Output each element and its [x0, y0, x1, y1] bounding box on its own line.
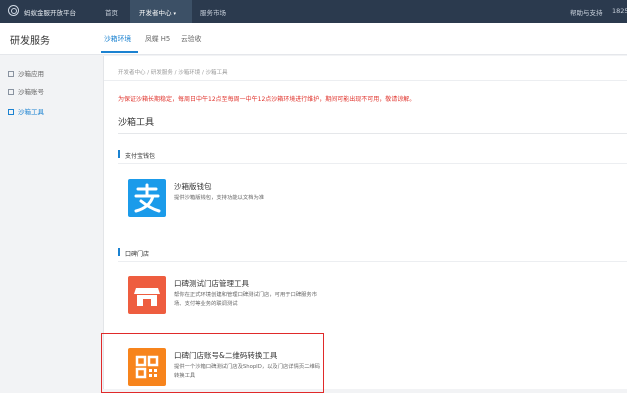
- sidebar-item-sandbox-account[interactable]: 沙箱账号: [8, 86, 44, 96]
- section-heading: 沙箱工具: [118, 118, 155, 128]
- alipay-icon: [128, 179, 166, 217]
- nav-developer-center[interactable]: 开发者中心 ▾: [130, 0, 192, 23]
- help-link[interactable]: 帮助与支持: [570, 7, 603, 17]
- card-title: 口碑测试门店管理工具: [174, 279, 249, 288]
- tool-card-sandbox-wallet[interactable]: 沙箱版钱包 提供沙箱版钱包，支持功能以文档为准: [124, 175, 404, 221]
- tools-icon: [8, 109, 14, 115]
- app-icon: [8, 71, 14, 77]
- divider: [118, 133, 627, 134]
- breadcrumb[interactable]: 开发者中心 / 研发服务 / 沙箱环境 / 沙箱工具: [118, 68, 228, 76]
- sidebar-item-sandbox-tools[interactable]: 沙箱工具: [8, 106, 44, 116]
- sidebar-item-label: 沙箱应用: [18, 70, 44, 78]
- active-tab-indicator: [101, 51, 138, 53]
- section-alipay-wallet: 支付宝钱包: [118, 148, 627, 164]
- nav-home[interactable]: 首页: [105, 7, 118, 17]
- section-marker: [118, 150, 120, 158]
- divider: [118, 261, 627, 262]
- card-description: 提供沙箱版钱包，支持功能以文档为准: [174, 195, 265, 201]
- nav-developer-center-label: 开发者中心: [139, 9, 172, 17]
- brand-name[interactable]: 蚂蚁金服开放平台: [24, 7, 76, 17]
- maintenance-notice: 为保证沙箱长期稳定，每周日中午12点至每周一中午12点沙箱环境进行维护，期间可能…: [118, 96, 416, 103]
- tab-cloud-acceptance[interactable]: 云验收: [181, 33, 201, 43]
- divider: [104, 80, 627, 81]
- page-title: 研发服务: [10, 36, 50, 47]
- tab-sandbox[interactable]: 沙箱环境: [104, 33, 131, 43]
- sidebar-item-label: 沙箱工具: [18, 108, 44, 116]
- user-account[interactable]: 1825: [612, 7, 627, 15]
- chevron-down-icon: ▾: [173, 11, 177, 17]
- divider: [118, 163, 627, 164]
- sidebar-item-sandbox-app[interactable]: 沙箱应用: [8, 68, 44, 78]
- section-title: 口碑门店: [125, 251, 150, 258]
- section-title: 支付宝钱包: [125, 153, 156, 160]
- top-navbar: 蚂蚁金服开放平台 首页 开发者中心 ▾ 服务市场 帮助与支持 1825: [0, 0, 627, 23]
- tool-card-store-management[interactable]: 口碑测试门店管理工具 帮你在正式环境创建和管理口碑测试门店，可用于口碑服务市场、…: [124, 272, 404, 318]
- card-description: 帮你在正式环境创建和管理口碑测试门店，可用于口碑服务市场、支付等业务的联调测试: [174, 292, 318, 307]
- section-koubei-store: 口碑门店: [118, 246, 627, 262]
- account-icon: [8, 89, 14, 95]
- tab-fengdie[interactable]: 凤蝶 H5: [145, 33, 170, 43]
- nav-service-market[interactable]: 服务市场: [200, 7, 226, 17]
- section-marker: [118, 248, 120, 256]
- card-title: 沙箱版钱包: [174, 182, 212, 191]
- highlight-box: [101, 333, 324, 393]
- sidebar: 沙箱应用 沙箱账号 沙箱工具: [0, 56, 104, 389]
- page-header: 研发服务 沙箱环境 凤蝶 H5 云验收: [0, 23, 627, 55]
- store-icon: [128, 276, 166, 314]
- sidebar-item-label: 沙箱账号: [18, 88, 44, 96]
- ant-logo-icon[interactable]: [8, 5, 19, 16]
